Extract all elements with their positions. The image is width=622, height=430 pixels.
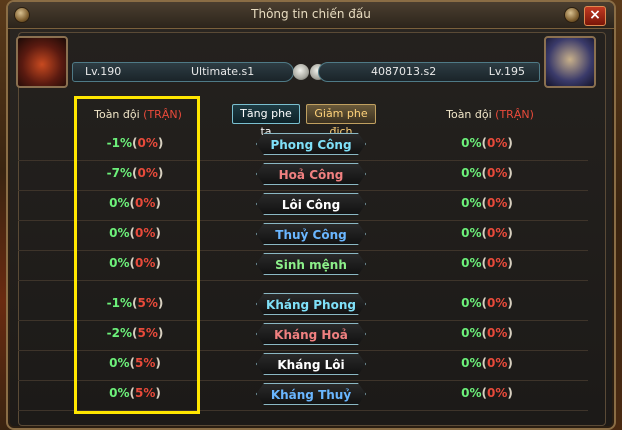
ornament-orb-icon: [14, 7, 30, 23]
stat-value-right: 0%(0%): [461, 166, 513, 180]
stat-label: Kháng Phong: [256, 293, 366, 315]
stat-label: Kháng Lôi: [256, 353, 366, 375]
player-name: Ultimate.s1: [191, 65, 255, 78]
player-level: Lv.190: [85, 65, 122, 78]
avatar-right: [544, 36, 596, 88]
stat-label: Sinh mệnh: [256, 253, 366, 275]
stat-value-right: 0%(0%): [461, 256, 513, 270]
stat-value-right: 0%(0%): [461, 386, 513, 400]
column-header-right: Toàn đội (TRẬN): [430, 108, 550, 121]
player-bar-right: 4087013.s2 Lv.195: [318, 62, 540, 82]
title-bar: Thông tin chiến đấu ×: [8, 2, 614, 29]
stat-value-right: 0%(0%): [461, 136, 513, 150]
avatar-left: [16, 36, 68, 88]
stat-label: Phong Công: [256, 133, 366, 155]
player-name: 4087013.s2: [371, 65, 437, 78]
stat-value-right: 0%(0%): [461, 226, 513, 240]
player-level: Lv.195: [488, 65, 525, 78]
stat-value-right: 0%(0%): [461, 356, 513, 370]
stat-label: Thuỷ Công: [256, 223, 366, 245]
skull-icon: [293, 64, 309, 80]
player-bar-left: Lv.190 Ultimate.s1: [72, 62, 294, 82]
stat-value-right: 0%(0%): [461, 296, 513, 310]
tab-boost-ally[interactable]: Tăng phe ta: [232, 104, 300, 138]
stat-value-right: 0%(0%): [461, 196, 513, 210]
column-header-label: Toàn đội: [446, 108, 492, 121]
ornament-orb-icon: [564, 7, 580, 23]
column-header-tag: (TRẬN): [495, 108, 534, 121]
stat-label: Lôi Công: [256, 193, 366, 215]
tab-reduce-enemy[interactable]: Giảm phe địch: [306, 104, 376, 138]
stat-label: Kháng Thuỷ: [256, 383, 366, 405]
stat-value-right: 0%(0%): [461, 326, 513, 340]
stat-label: Kháng Hoả: [256, 323, 366, 345]
stat-label: Hoả Công: [256, 163, 366, 185]
window-title: Thông tin chiến đấu: [251, 7, 371, 21]
highlight-box: [74, 96, 200, 414]
close-button[interactable]: ×: [584, 6, 606, 26]
